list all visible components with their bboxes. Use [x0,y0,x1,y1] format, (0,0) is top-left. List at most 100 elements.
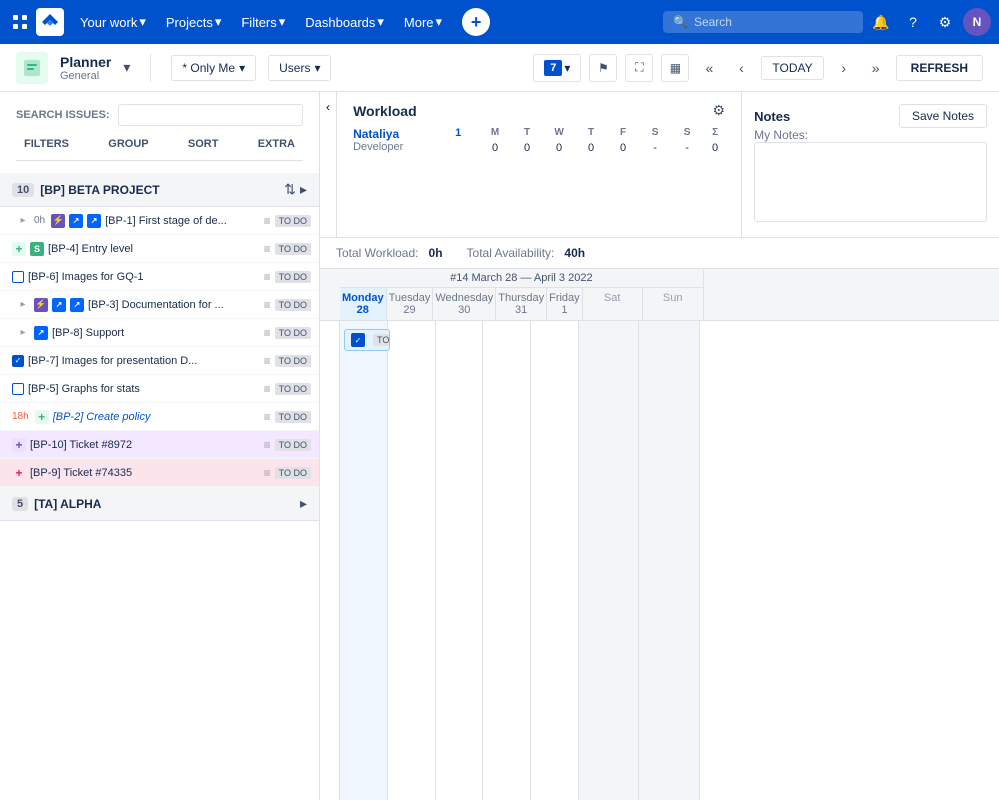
cal-col-wednesday [436,321,484,800]
grid-icon[interactable] [8,10,32,34]
only-me-dropdown[interactable]: * Only Me ▾ [171,55,256,81]
add-icon[interactable]: + [12,466,26,480]
issue-row[interactable]: ▸ ↗ [BP-8] Support ≡ TO DO [0,319,319,347]
total-availability-value: 40h [564,246,585,260]
projects-nav[interactable]: Projects ▾ [158,10,230,34]
user-avatar[interactable]: N [963,8,991,36]
your-work-nav[interactable]: Your work ▾ [72,10,154,34]
flag-icon[interactable]: ⚑ [589,54,617,82]
more-icon[interactable]: ≡ [264,270,271,284]
alpha-project-name: [TA] ALPHA [34,497,101,511]
collapse-panel-button[interactable]: ‹ [320,92,337,237]
alpha-expand-icon[interactable]: ▸ [300,495,307,512]
week-label: #14 March 28 — April 3 2022 [340,269,703,288]
gear-icon[interactable]: ⚙ [713,102,726,119]
person-info: Nataliya Developer [353,127,443,153]
search-placeholder: Search [694,15,732,29]
more-icon[interactable]: ≡ [264,326,271,340]
issue-row[interactable]: [BP-6] Images for GQ-1 ≡ TO DO [0,263,319,291]
beta-project-header[interactable]: 10 [BP] BETA PROJECT ⇅ ▸ [0,173,319,207]
status-badge: TO DO [275,467,311,479]
more-icon[interactable]: ≡ [264,410,271,424]
issue-row[interactable]: 18h + [BP-2] Create policy ≡ TO DO [0,403,319,431]
sort-button[interactable]: SORT [184,136,223,152]
checkbox-icon[interactable] [12,383,24,395]
filters-button[interactable]: FILTERS [20,136,73,152]
refresh-button[interactable]: REFRESH [896,55,983,81]
issue-name: [BP-5] Graphs for stats [28,383,258,395]
notes-textarea[interactable] [754,142,987,222]
jira-logo[interactable] [36,8,64,36]
prev-icon[interactable]: ‹ [729,56,753,80]
more-icon[interactable]: ≡ [264,214,271,228]
today-button[interactable]: TODAY [761,56,823,80]
second-toolbar: Planner General ▾ * Only Me ▾ Users ▾ 7 … [0,44,999,92]
expand-icon[interactable]: ▸ [16,214,30,228]
planner-dropdown-arrow[interactable]: ▾ [123,59,130,76]
dashboards-nav[interactable]: Dashboards ▾ [297,10,392,34]
week-dropdown[interactable]: 7 ▾ [533,54,581,82]
extra-button[interactable]: EXTRA [254,136,299,152]
expand-icon[interactable]: ▸ [16,298,30,312]
more-icon[interactable]: ≡ [264,354,271,368]
more-icon[interactable]: ≡ [264,466,271,480]
create-button[interactable]: + [462,8,490,36]
cal-col-sat [579,321,639,800]
issue-name: [BP-3] Documentation for ... [88,299,258,311]
issue-name: [BP-9] Ticket #74335 [30,467,258,479]
planner-title: Planner [60,54,111,70]
status-badge: TO DO [275,271,311,283]
expand-icon[interactable]: ▸ [16,326,30,340]
add-icon[interactable]: + [12,438,26,452]
cal-col-friday [531,321,579,800]
only-me-label: * Only Me [182,61,235,75]
prev-prev-icon[interactable]: « [697,56,721,80]
checkbox-icon[interactable] [12,271,24,283]
status-badge: TO DO [275,355,311,367]
settings-icon[interactable]: ⚙ [931,8,959,36]
more-nav[interactable]: More ▾ [396,10,450,34]
search-box[interactable]: 🔍 Search [663,11,863,33]
more-icon[interactable]: ≡ [264,242,271,256]
status-badge: TO DO [275,383,311,395]
add-icon[interactable]: + [12,242,26,256]
filters-label: Filters [241,15,276,30]
top-nav-right: 🔔 ? ⚙ N [867,8,991,36]
save-notes-button[interactable]: Save Notes [899,104,987,128]
project-sort-icon[interactable]: ⇅ [284,181,296,198]
issue-row[interactable]: ▸ 0h ⚡ ↗ ↗ [BP-1] First stage of de... ≡… [0,207,319,235]
calendar-grid-icon[interactable]: ▦ [661,54,689,82]
issue-row[interactable]: ✓ [BP-7] Images for presentation D... ≡ … [0,347,319,375]
next-next-icon[interactable]: » [864,56,888,80]
issue-row[interactable]: + [BP-10] Ticket #8972 ≡ TO DO [0,431,319,459]
more-label: More [404,15,434,30]
project-expand-icon[interactable]: ▸ [300,181,307,198]
users-dropdown[interactable]: Users ▾ [268,55,331,81]
status-badge: TO DO [275,327,311,339]
next-icon[interactable]: › [832,56,856,80]
search-issues-input[interactable] [118,104,303,126]
more-icon[interactable]: ≡ [264,382,271,396]
second-bar-right: 7 ▾ ⚑ ⛶ ▦ « ‹ TODAY › » REFRESH [533,54,983,82]
calendar-event[interactable]: ✓ [BP-7] Images for presentation DHD TO … [344,329,390,351]
issue-row[interactable]: + [BP-9] Ticket #74335 ≡ TO DO [0,459,319,487]
add-icon[interactable]: + [35,410,49,424]
checkbox-checked-icon[interactable]: ✓ [12,355,24,367]
alpha-project-header[interactable]: 5 [TA] ALPHA ▸ [0,487,319,521]
alpha-count: 5 [12,497,28,511]
day-header-tuesday: Tuesday 29 [387,288,434,320]
status-badge: TO DO [275,243,311,255]
planner-title-group: Planner General [60,54,111,82]
search-issues-row: SEARCH ISSUES: [16,104,303,126]
group-button[interactable]: GROUP [104,136,152,152]
filters-nav[interactable]: Filters ▾ [233,10,293,34]
issue-row[interactable]: + S [BP-4] Entry level ≡ TO DO [0,235,319,263]
issue-row[interactable]: ▸ ⚡ ↗ ↗ [BP-3] Documentation for ... ≡ T… [0,291,319,319]
more-icon[interactable]: ≡ [264,438,271,452]
expand-icon[interactable]: ⛶ [625,54,653,82]
help-icon[interactable]: ? [899,8,927,36]
chevron-icon: ▾ [377,14,384,30]
issue-row[interactable]: [BP-5] Graphs for stats ≡ TO DO [0,375,319,403]
more-icon[interactable]: ≡ [264,298,271,312]
notifications-icon[interactable]: 🔔 [867,8,895,36]
